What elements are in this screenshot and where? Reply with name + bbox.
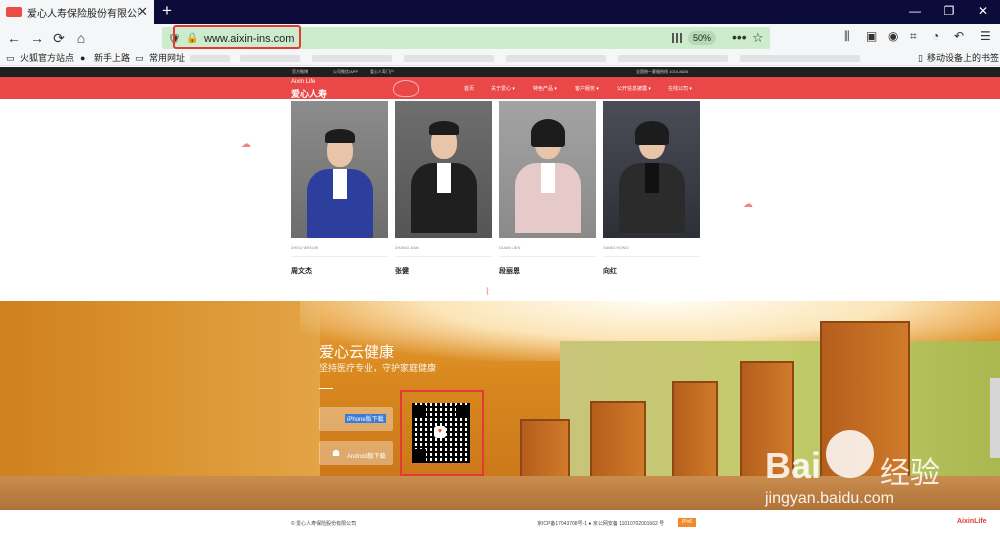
- baidu-watermark-url: jingyan.baidu.com: [765, 490, 894, 507]
- url-highlight-annotation: [173, 25, 301, 49]
- baidu-watermark-jingyan: 经验: [880, 457, 940, 490]
- member-name-cn[interactable]: 周文杰: [291, 266, 312, 276]
- baidu-watermark-bai: Bai: [765, 445, 822, 486]
- member-name-cn[interactable]: 向红: [603, 266, 617, 276]
- account-icon[interactable]: ◉: [888, 29, 898, 43]
- cloud-decoration-icon: ☁: [241, 139, 251, 150]
- topbar-weibo-link[interactable]: 官方微博: [292, 67, 308, 77]
- maximize-button[interactable]: ❐: [932, 0, 966, 24]
- bookmark-firefox-site[interactable]: 火狐官方站点: [20, 52, 74, 65]
- hero-subtitle: 坚持医疗专业，守护家庭健康: [319, 363, 437, 373]
- member-name-en: DUAN LIEN: [499, 245, 521, 250]
- blurred-bookmark: [312, 55, 392, 62]
- qr-code-icon[interactable]: [672, 33, 682, 43]
- blurred-bookmark: [404, 55, 494, 62]
- site-topbar: 官方微博 公司微信/APP 爱心人寿门户 全国统一客服热线 1010-8626: [0, 67, 1000, 77]
- nav-online[interactable]: 在线公司 ▾: [668, 85, 692, 92]
- team-member-photo[interactable]: [395, 101, 492, 238]
- tab-strip: 爱心人寿保险股份有限公司 ✕ + — ❐ ✕: [0, 0, 1000, 24]
- new-tab-button[interactable]: +: [160, 0, 174, 24]
- balloon-decoration-icon: ⌇: [485, 287, 490, 298]
- nav-service[interactable]: 客户服务 ▾: [575, 85, 599, 92]
- baidu-paw-icon: [826, 430, 874, 478]
- hero-banner: [0, 301, 1000, 510]
- bookmark-mobile[interactable]: 移动设备上的书签: [927, 52, 999, 65]
- browser-toolbar: ← → ⟳ ⌂ 🛡 🔒 www.aixin-ins.com 50% ••• ☆ …: [0, 24, 1000, 52]
- door-image: [672, 381, 718, 489]
- page-actions-icon[interactable]: •••: [732, 29, 747, 45]
- tab-title: 爱心人寿保险股份有限公司: [27, 8, 139, 20]
- nav-about[interactable]: 关于爱心 ▾: [491, 85, 515, 92]
- sidebar-icon[interactable]: ▣: [866, 29, 877, 43]
- mascot-icon: [393, 80, 419, 97]
- divider: [603, 256, 700, 257]
- footer-copyright: © 爱心人寿保险股份有限公司: [291, 521, 357, 527]
- member-name-cn[interactable]: 段丽恩: [499, 266, 520, 276]
- firefox-icon: ●: [80, 53, 86, 63]
- hamburger-menu-icon[interactable]: ☰: [980, 29, 991, 43]
- android-download-label[interactable]: Android版下载: [345, 451, 388, 460]
- topbar-wechat-link[interactable]: 公司微信/APP: [333, 67, 358, 77]
- member-name-cn[interactable]: 张健: [395, 266, 409, 276]
- chat-icon[interactable]: ◔: [932, 29, 939, 43]
- divider: [395, 256, 492, 257]
- blurred-bookmark: [240, 55, 300, 62]
- minimize-button[interactable]: —: [898, 0, 932, 24]
- home-icon[interactable]: ⌂: [71, 28, 91, 48]
- screenshot-icon[interactable]: ⌗: [910, 29, 917, 44]
- reload-icon[interactable]: ⟳: [49, 28, 69, 48]
- team-member-photo[interactable]: [291, 101, 388, 238]
- zoom-level-badge[interactable]: 50%: [688, 31, 716, 45]
- site-favicon-icon: [6, 7, 22, 17]
- close-tab-icon[interactable]: ✕: [137, 4, 148, 20]
- bookmark-star-icon[interactable]: ☆: [752, 30, 764, 46]
- qr-logo-icon: ♥: [434, 426, 446, 438]
- library-icon[interactable]: ⫼: [844, 29, 850, 44]
- nav-products[interactable]: 特色产品 ▾: [533, 85, 557, 92]
- undo-icon[interactable]: ↶: [954, 29, 964, 43]
- bookmark-folder-icon: ▭: [6, 53, 15, 63]
- blurred-bookmark: [506, 55, 606, 62]
- site-logo-en[interactable]: Aixin Life: [291, 79, 315, 85]
- footer-icp[interactable]: 京ICP备17043708号-1 ● 京公网安备 11010702001662 …: [537, 520, 664, 527]
- team-member-photo[interactable]: [499, 101, 596, 238]
- close-window-button[interactable]: ✕: [966, 0, 1000, 24]
- nav-home[interactable]: 首页: [464, 85, 474, 92]
- blurred-bookmark: [740, 55, 860, 62]
- member-name-en: XIANG HONG: [603, 245, 629, 250]
- site-footer: © 爱心人寿保险股份有限公司 京ICP备17043708号-1 ● 京公网安备 …: [0, 510, 1000, 539]
- topbar-portal-link[interactable]: 爱心人寿门户: [370, 67, 394, 77]
- bookmark-getting-started[interactable]: 新手上路: [94, 52, 130, 65]
- member-name-en: ZHOU WENJIE: [291, 245, 319, 250]
- mobile-icon: ▯: [918, 53, 923, 63]
- member-name-en: ZHANG JIAN: [395, 245, 419, 250]
- nav-disclosure[interactable]: 公开信息披露 ▾: [617, 85, 651, 92]
- browser-tab[interactable]: 爱心人寿保险股份有限公司 ✕: [0, 0, 154, 24]
- bookmarks-toolbar: ▭ 火狐官方站点 ● 新手上路 ▭ 常用网址 ▯ 移动设备上的书签: [0, 52, 1000, 66]
- hero-divider: [319, 388, 333, 389]
- topbar-hotline: 全国统一客服热线 1010-8626: [636, 69, 689, 74]
- hero-title: 爱心云健康: [319, 344, 395, 361]
- site-logo-cn[interactable]: 爱心人寿: [291, 87, 327, 100]
- team-member-photo[interactable]: [603, 101, 700, 238]
- back-arrow-icon[interactable]: ←: [4, 28, 24, 48]
- blurred-bookmark: [618, 55, 728, 62]
- iphone-download-label[interactable]: iPhone版下载: [345, 414, 386, 423]
- blurred-bookmark: [190, 55, 230, 62]
- footer-logo[interactable]: AixinLife: [957, 518, 987, 525]
- forward-arrow-icon[interactable]: →: [27, 28, 47, 48]
- android-icon: ☗: [332, 448, 341, 458]
- bookmark-folder-icon-2: ▭: [135, 53, 144, 63]
- page-scrollbar[interactable]: [990, 378, 1000, 458]
- cloud-decoration-icon: ☁: [743, 199, 753, 210]
- divider: [291, 256, 388, 257]
- divider: [499, 256, 596, 257]
- ipv6-badge: IPv6: [678, 518, 696, 527]
- bookmark-common-sites[interactable]: 常用网址: [149, 52, 185, 65]
